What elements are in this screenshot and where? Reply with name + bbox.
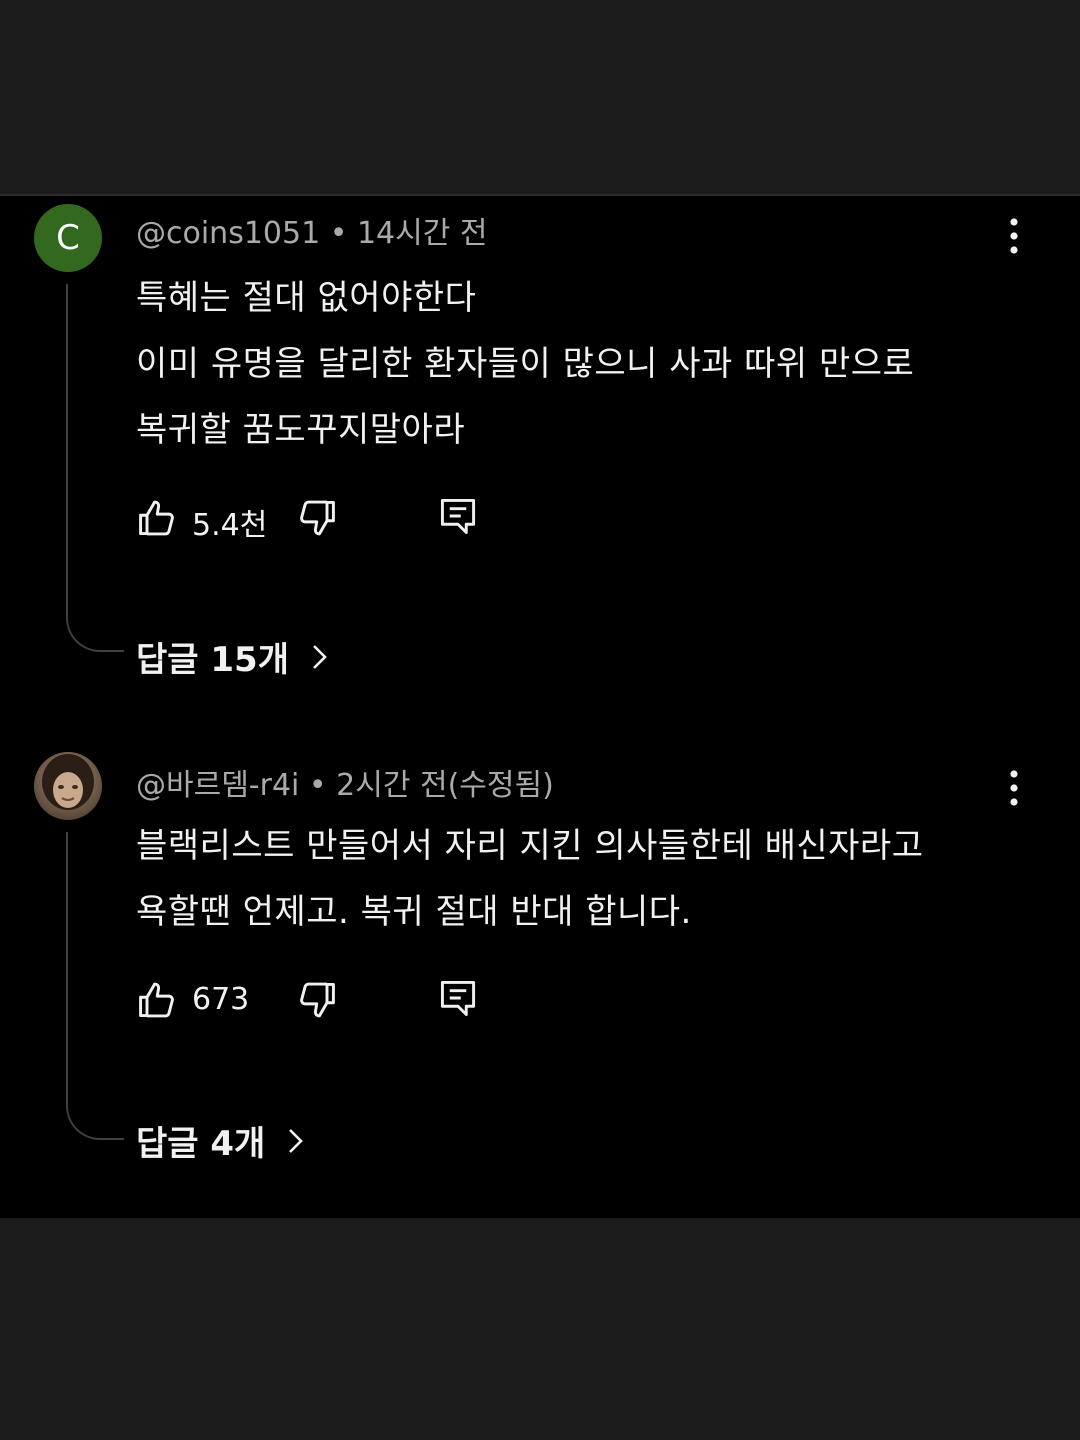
view-replies-button[interactable]: 답글 4개 (136, 1116, 309, 1165)
avatar-photo-image (42, 754, 94, 810)
thumb-down-icon[interactable] (294, 496, 338, 540)
comment-meta[interactable]: @coins1051 • 14시간 전 (136, 208, 487, 252)
comment-reply-icon[interactable] (436, 976, 480, 1020)
avatar[interactable] (34, 752, 102, 820)
comment-text-line: 욕할땐 언제고. 복귀 절대 반대 합니다. (136, 892, 692, 932)
chevron-right-icon (289, 1128, 304, 1153)
comments-list: C @coins1051 • 14시간 전 특혜는 절대 없어야한다 이미 유명… (0, 196, 1080, 1218)
comment-text-line: 복귀할 꿈도꾸지말아라 (136, 410, 466, 450)
like-count: 5.4천 (192, 508, 268, 543)
replies-label: 답글 15개 (136, 640, 289, 680)
thumb-up-icon[interactable] (136, 496, 180, 540)
bottom-blank-area (0, 1218, 1080, 1440)
comment-text-line: 이미 유명을 달리한 환자들이 많으니 사과 따위 만으로 (136, 344, 915, 384)
more-vert-icon[interactable] (996, 768, 1032, 808)
top-blank-area (0, 0, 1080, 194)
view-replies-button[interactable]: 답글 15개 (136, 632, 333, 681)
comment-reply-icon[interactable] (436, 494, 480, 538)
thumb-down-icon[interactable] (294, 978, 338, 1022)
thread-line (66, 284, 124, 652)
comment-text-line: 특혜는 절대 없어야한다 (136, 278, 477, 318)
avatar-letter: C (56, 218, 80, 258)
comment-text-line: 블랙리스트 만들어서 자리 지킨 의사들한테 배신자라고 (136, 826, 924, 866)
comment-item: C @coins1051 • 14시간 전 특혜는 절대 없어야한다 이미 유명… (0, 196, 1080, 716)
more-vert-icon[interactable] (996, 216, 1032, 256)
like-count: 673 (192, 982, 250, 1017)
avatar[interactable]: C (34, 204, 102, 272)
chevron-right-icon (313, 644, 327, 669)
thread-line (66, 832, 124, 1140)
comment-meta[interactable]: @바르뎀-r4i • 2시간 전(수정됨) (136, 760, 554, 804)
comment-item: @바르뎀-r4i • 2시간 전(수정됨) 블랙리스트 만들어서 자리 지킨 의… (0, 752, 1080, 1218)
replies-label: 답글 4개 (136, 1124, 266, 1164)
thumb-up-icon[interactable] (136, 978, 180, 1022)
